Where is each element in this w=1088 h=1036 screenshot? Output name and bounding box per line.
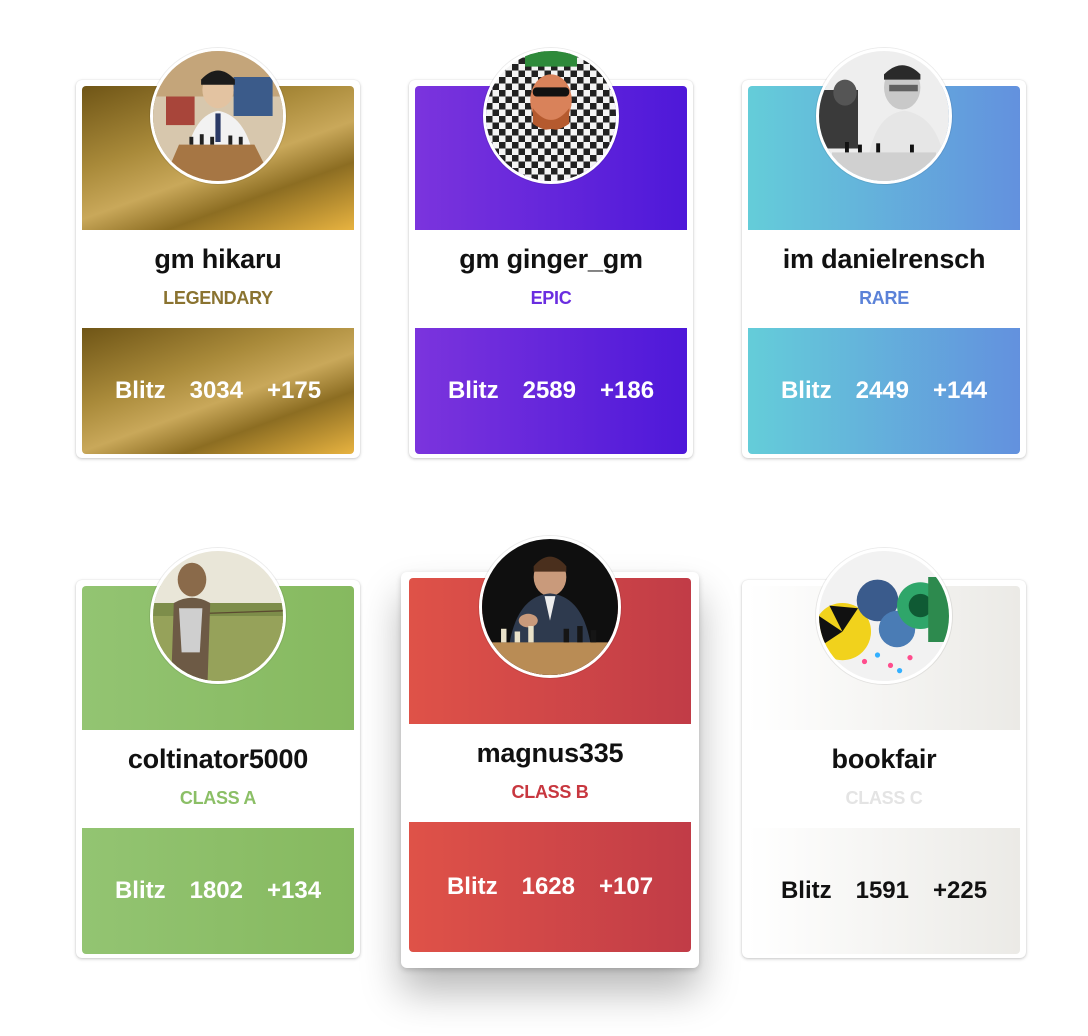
rating-value: 1628 — [521, 873, 575, 900]
player-cards-grid: gm hikaru LEGENDARY Blitz 3034 +175 gm g… — [0, 0, 1088, 1036]
rarity-label: CLASS C — [845, 788, 923, 808]
rating-panel: Blitz 1802 +134 — [82, 828, 354, 954]
rating-change: +134 — [267, 877, 322, 904]
player-avatar — [150, 48, 286, 184]
card-banner — [409, 536, 691, 724]
card-banner — [415, 48, 687, 230]
player-name: coltinator5000 — [127, 744, 309, 774]
player-name: gm ginger_gm — [459, 244, 643, 274]
player-avatar — [483, 48, 619, 184]
player-avatar — [479, 536, 621, 678]
rating-change: +144 — [933, 377, 988, 404]
card-banner — [748, 548, 1020, 730]
rating-change: +186 — [600, 377, 655, 404]
rating-value: 3034 — [189, 377, 243, 404]
player-card-coltinator5000[interactable]: coltinator5000 CLASS A Blitz 1802 +134 — [76, 548, 360, 958]
player-avatar — [816, 548, 952, 684]
player-card-danielrensch[interactable]: im danielrensch RARE Blitz 2449 +144 — [742, 48, 1026, 458]
rating-panel: Blitz 2449 +144 — [748, 328, 1020, 454]
rating-mode: Blitz — [447, 377, 499, 404]
rating-mode: Blitz — [446, 873, 498, 900]
player-avatar — [150, 548, 286, 684]
rating-mode: Blitz — [780, 377, 832, 404]
rating-mode: Blitz — [114, 877, 166, 904]
rarity-label: CLASS A — [179, 788, 257, 808]
player-name: im danielrensch — [782, 244, 986, 274]
card-banner — [82, 48, 354, 230]
rarity-label: LEGENDARY — [163, 288, 273, 308]
rarity-label: EPIC — [530, 288, 572, 308]
player-name: gm hikaru — [154, 244, 282, 274]
rating-mode: Blitz — [780, 877, 832, 904]
rating-change: +107 — [599, 873, 654, 900]
card-banner — [82, 548, 354, 730]
rating-value: 2589 — [522, 377, 576, 404]
rating-panel: Blitz 3034 +175 — [82, 328, 354, 454]
rarity-label: RARE — [859, 288, 909, 308]
rating-panel: Blitz 1628 +107 — [409, 822, 691, 952]
rating-panel: Blitz 1591 +225 — [748, 828, 1020, 954]
rating-change: +175 — [267, 377, 322, 404]
player-card-ginger-gm[interactable]: gm ginger_gm EPIC Blitz 2589 +186 — [409, 48, 693, 458]
player-card-bookfair[interactable]: bookfair CLASS C Blitz 1591 +225 — [742, 548, 1026, 958]
rating-change: +225 — [933, 877, 988, 904]
player-card-hikaru[interactable]: gm hikaru LEGENDARY Blitz 3034 +175 — [76, 48, 360, 458]
rating-value: 1591 — [855, 877, 909, 904]
rating-mode: Blitz — [114, 377, 166, 404]
player-avatar — [816, 48, 952, 184]
card-banner — [748, 48, 1020, 230]
rating-value: 2449 — [855, 377, 909, 404]
player-card-magnus335[interactable]: magnus335 CLASS B Blitz 1628 +107 — [401, 536, 699, 968]
player-name: bookfair — [831, 744, 937, 774]
rarity-label: CLASS B — [511, 782, 589, 802]
rating-value: 1802 — [189, 877, 243, 904]
player-name: magnus335 — [476, 738, 624, 768]
rating-panel: Blitz 2589 +186 — [415, 328, 687, 454]
